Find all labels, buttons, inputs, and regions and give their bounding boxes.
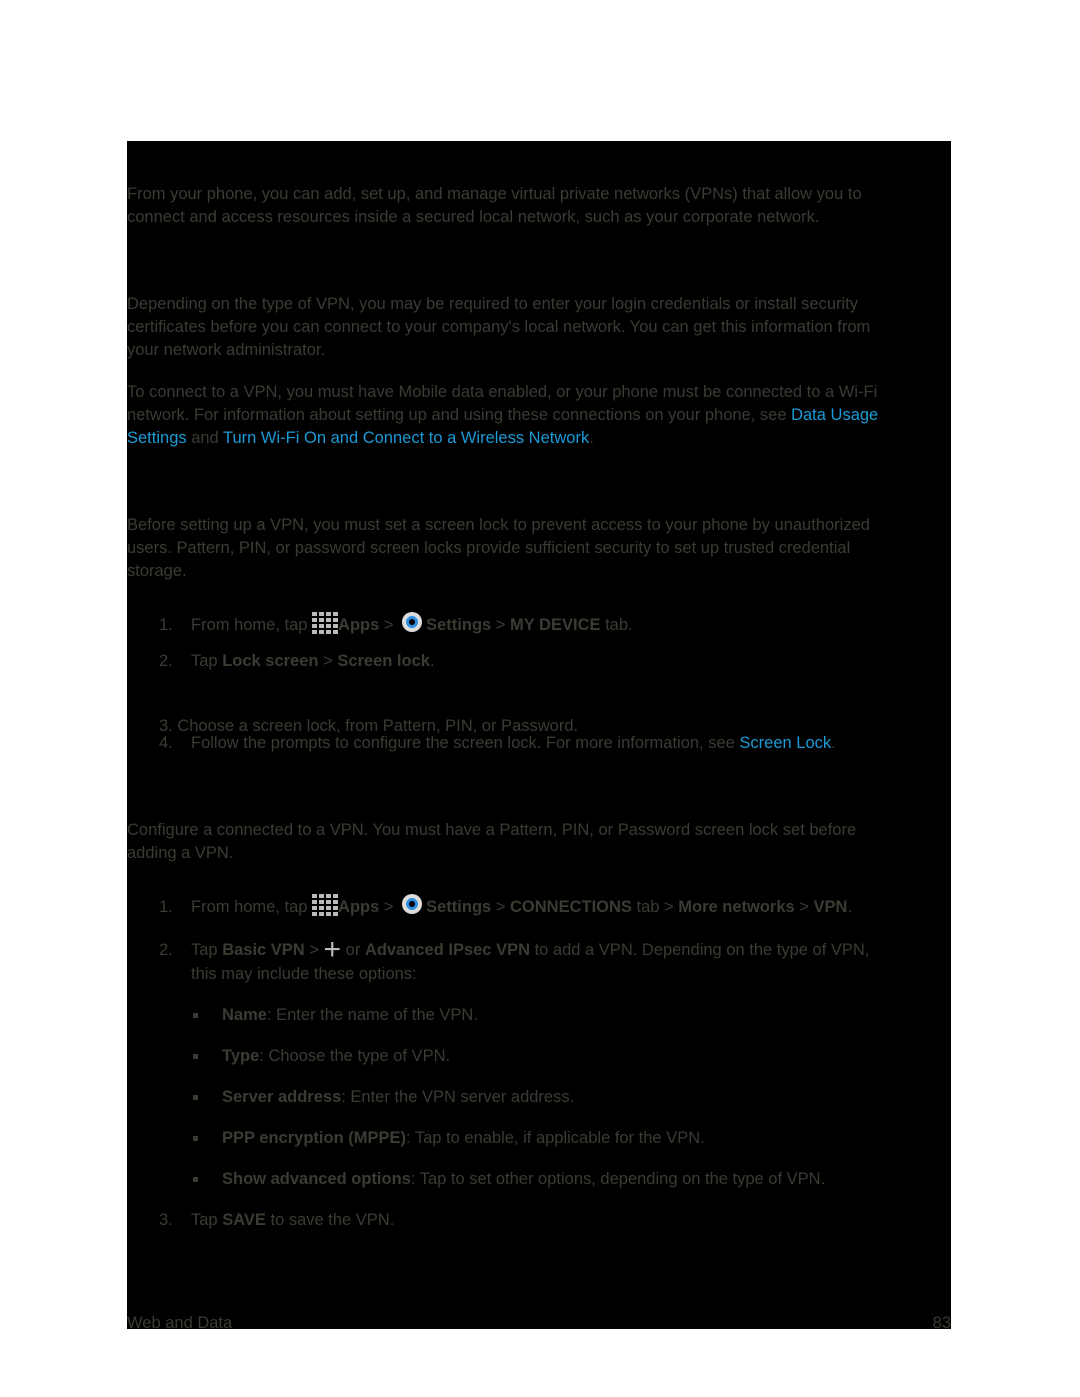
connect-text-part: network. For information about setting u… [127,406,792,424]
option-item: Server address: Enter the VPN server add… [193,1087,574,1107]
option-key: Type [222,1047,260,1065]
vpn-label: VPN [813,898,848,916]
step-text: Tap [191,1211,223,1229]
settings-gear-icon [402,894,423,914]
settings-label: Settings [426,616,492,634]
footer-section: Web and Data [127,1314,233,1332]
apps-icon [312,610,339,634]
option-key: PPP encryption (MPPE) [222,1129,406,1147]
settings-label: Settings [426,898,492,916]
option-desc: : Tap to set other options, depending on… [410,1170,826,1188]
step-item: 4. Follow the prompts to configure the sc… [159,734,836,752]
lock-text: users. Pattern, PIN, or password screen … [127,539,851,557]
bullet-icon [193,1177,198,1183]
config-text: Configure a connected to a VPN. You must… [127,821,857,839]
step-text: Follow the prompts to configure the scre… [191,734,740,752]
apps-label: Apps [338,616,380,634]
step-text: this may include these options: [191,965,417,983]
step-item: 1. From home, tap Apps > Settings > CONNE… [159,892,852,917]
step-number: 1. [159,616,173,634]
screen-lock-link[interactable]: Screen Lock [739,734,831,752]
step-text: From home, tap [191,616,313,634]
option-desc: : Enter the VPN server address. [341,1088,575,1106]
step-text: to add a VPN. Depending on the type of V… [530,941,870,959]
step-item: 3. Tap SAVE to save the VPN. [159,1210,394,1230]
option-item: Type: Choose the type of VPN. [193,1046,450,1066]
option-desc: : Tap to enable, if applicable for the V… [405,1129,705,1147]
my-device-label: MY DEVICE [510,616,601,634]
sep: > [379,616,399,634]
step-number: 3. [159,1211,173,1229]
option-item: Name: Enter the name of the VPN. [193,1005,478,1025]
bullet-icon [193,1136,198,1142]
apps-icon [312,892,339,916]
step-text: From home, tap [191,898,313,916]
apps-label: Apps [338,898,380,916]
lock-text: storage. [127,562,187,580]
basic-vpn-label: Basic VPN [222,941,305,959]
step-number: 4. [159,734,173,752]
step-item: 2. Tap Basic VPN > + or Advanced IPsec VP… [159,933,870,966]
step-number: 2. [159,652,173,670]
option-key: Server address [222,1088,342,1106]
lock-text: Before setting up a VPN, you must set a … [127,516,870,534]
option-desc: : Enter the name of the VPN. [266,1006,478,1024]
more-networks-label: More networks [678,898,795,916]
option-key: Name [222,1006,267,1024]
step-item: 1. From home, tap Apps > Settings > MY DE… [159,610,633,635]
intro-text: connect and access resources inside a se… [127,208,820,226]
connect-and: and [186,429,224,447]
footer-page-number: 83 [932,1314,951,1332]
step-text: Tap [191,652,223,670]
step-text: Tap [191,941,223,959]
prep-text: Depending on the type of VPN, you may be… [127,295,858,313]
step-item: 2. Tap Lock screen > Screen lock. [159,652,435,670]
connections-label: CONNECTIONS [510,898,632,916]
settings-gear-icon [402,612,423,632]
step-text: or [341,941,365,959]
bullet-icon [193,1013,198,1019]
prep-text: your network administrator. [127,341,326,359]
option-desc: : Choose the type of VPN. [259,1047,451,1065]
screen-lock-label: Screen lock [337,652,430,670]
bullet-icon [193,1054,198,1060]
prep-text: certificates before you can connect to y… [127,318,871,336]
save-label: SAVE [222,1211,266,1229]
connect-text: To connect to a VPN, you must have Mobil… [127,383,878,401]
connect-text: Settings and Turn Wi-Fi On and Connect t… [127,428,594,448]
sep: > [491,616,511,634]
config-text: adding a VPN. [127,844,234,862]
wifi-link[interactable]: Turn Wi-Fi On and Connect to a Wireless … [223,429,589,447]
data-usage-link[interactable]: Data Usage [791,406,878,424]
bullet-icon [193,1095,198,1101]
step-text: to save the VPN. [265,1211,395,1229]
add-plus-icon: + [323,933,342,966]
lock-screen-label: Lock screen [222,652,319,670]
option-item: PPP encryption (MPPE): Tap to enable, if… [193,1128,705,1148]
intro-text: From your phone, you can add, set up, an… [127,185,862,203]
step-text: tab. [600,616,633,634]
data-usage-link[interactable]: Settings [127,429,187,447]
period: . [589,429,594,447]
step-number: 2. [159,941,173,959]
option-key: Show advanced options [222,1170,411,1188]
connect-text: network. For information about setting u… [127,405,878,425]
advanced-vpn-label: Advanced IPsec VPN [364,941,530,959]
step-text: tab > [631,898,679,916]
option-item: Show advanced options: Tap to set other … [193,1169,825,1189]
step-number: 1. [159,898,173,916]
